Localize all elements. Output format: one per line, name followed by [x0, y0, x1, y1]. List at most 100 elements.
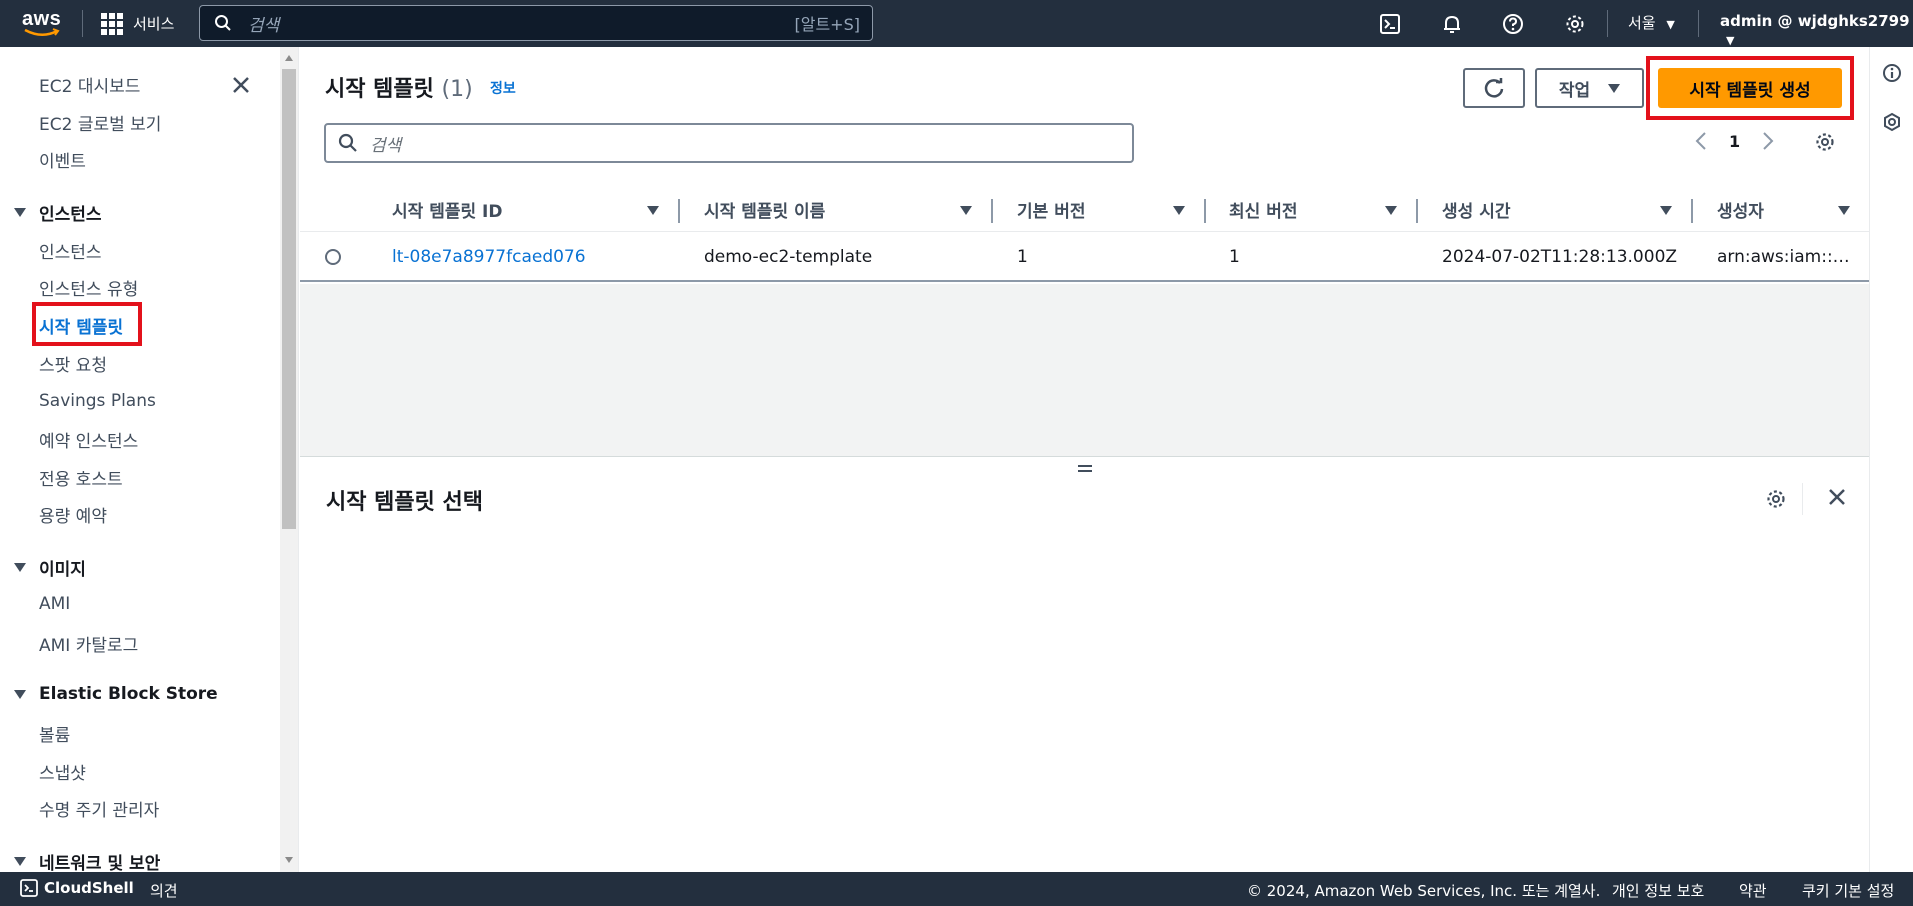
column-resizer[interactable]: [678, 199, 680, 223]
column-header-name[interactable]: 시작 템플릿 이름: [704, 197, 825, 222]
info-panel-icon[interactable]: [1880, 61, 1904, 85]
chevron-right-icon[interactable]: [1762, 131, 1774, 151]
column-resizer[interactable]: [1691, 199, 1693, 223]
cookie-preferences-link[interactable]: 쿠키 기본 설정: [1802, 880, 1894, 901]
refresh-icon: [1484, 78, 1504, 98]
sidebar-item-dedicated-hosts[interactable]: 전용 호스트: [39, 465, 123, 490]
right-tools-rail: [1869, 47, 1913, 872]
sidebar-item-ec2-global-view[interactable]: EC2 글로벌 보기: [39, 110, 161, 135]
sidebar-item-savings-plans[interactable]: Savings Plans: [39, 391, 156, 411]
column-header-default-version[interactable]: 기본 버전: [1017, 197, 1085, 222]
search-icon: [215, 15, 231, 31]
feedback-link[interactable]: 의견: [150, 880, 178, 901]
split-panel-close-icon[interactable]: [1827, 487, 1847, 511]
sort-icon[interactable]: [647, 206, 659, 215]
caret-down-icon: [14, 563, 26, 572]
sidebar-section-network-security[interactable]: 네트워크 및 보안: [14, 849, 160, 872]
cell-created: 2024-07-02T11:28:13.000Z: [1442, 247, 1678, 267]
cloudshell-button[interactable]: CloudShell: [20, 879, 134, 897]
sort-icon[interactable]: [1660, 206, 1672, 215]
sidebar: EC2 대시보드 EC2 글로벌 보기 이벤트 인스턴스 인스턴스 인스턴스 유…: [0, 47, 299, 872]
services-menu-button[interactable]: 서비스: [101, 10, 174, 37]
footer: CloudShell 의견 © 2024, Amazon Web Service…: [0, 872, 1913, 906]
settings-gear-icon[interactable]: [1562, 11, 1588, 37]
chevron-down-icon: ▼: [1666, 18, 1675, 31]
split-panel-drag-handle[interactable]: [1078, 465, 1092, 475]
cloudshell-icon[interactable]: [1377, 11, 1403, 37]
services-label: 서비스: [133, 15, 175, 33]
table-search-input[interactable]: 검색: [324, 123, 1134, 163]
item-count: (1): [441, 77, 473, 102]
actions-dropdown-button[interactable]: 작업: [1535, 68, 1644, 108]
sidebar-item-capacity-reservations[interactable]: 용량 예약: [39, 502, 107, 527]
sort-icon[interactable]: [1838, 206, 1850, 215]
scroll-down-icon[interactable]: [285, 857, 293, 863]
page-title: 시작 템플릿 (1): [325, 71, 473, 103]
page-number[interactable]: 1: [1729, 132, 1740, 151]
sidebar-close-icon[interactable]: [231, 75, 251, 99]
sidebar-section-images[interactable]: 이미지: [14, 555, 86, 580]
hexagon-tool-icon[interactable]: [1880, 110, 1904, 134]
region-label: 서울: [1628, 14, 1656, 32]
copyright-text: © 2024, Amazon Web Services, Inc. 또는 계열사…: [1247, 882, 1601, 900]
sidebar-item-instance-types[interactable]: 인스턴스 유형: [39, 275, 138, 300]
account-menu[interactable]: admin @ wjdghks2799 ▼: [1720, 12, 1913, 48]
column-resizer[interactable]: [1204, 199, 1206, 223]
sidebar-section-label: 네트워크 및 보안: [39, 854, 161, 872]
column-header-created[interactable]: 생성 시간: [1442, 197, 1510, 222]
sidebar-item-reserved-instances[interactable]: 예약 인스턴스: [39, 427, 138, 452]
scrollbar-thumb[interactable]: [282, 69, 296, 529]
sidebar-section-ebs[interactable]: Elastic Block Store: [14, 684, 218, 704]
sidebar-item-snapshots[interactable]: 스냅샷: [39, 759, 86, 784]
page-title-text: 시작 템플릿: [325, 77, 434, 102]
sort-icon[interactable]: [960, 206, 972, 215]
region-selector[interactable]: 서울 ▼: [1628, 12, 1675, 33]
sidebar-item-ami-catalog[interactable]: AMI 카탈로그: [39, 631, 138, 656]
actions-label: 작업: [1558, 80, 1591, 101]
table-empty-area: [300, 284, 1869, 457]
global-search-input[interactable]: 검색 [알트+S]: [199, 5, 873, 41]
table-preferences-gear-icon[interactable]: [1814, 131, 1836, 157]
search-placeholder: 검색: [248, 15, 280, 36]
sort-icon[interactable]: [1173, 206, 1185, 215]
sidebar-section-instances[interactable]: 인스턴스: [14, 200, 102, 225]
notifications-bell-icon[interactable]: [1439, 11, 1465, 37]
refresh-button[interactable]: [1463, 68, 1525, 108]
cloudshell-label: CloudShell: [44, 879, 134, 897]
sidebar-item-ec2-dashboard[interactable]: EC2 대시보드: [39, 72, 140, 97]
divider: [1802, 483, 1803, 515]
sidebar-item-lifecycle-manager[interactable]: 수명 주기 관리자: [39, 796, 159, 821]
sidebar-scrollbar[interactable]: [280, 47, 298, 872]
highlight-box: [1646, 56, 1854, 120]
sidebar-section-label: Elastic Block Store: [39, 684, 218, 704]
help-icon[interactable]: [1500, 11, 1526, 37]
chevron-left-icon[interactable]: [1695, 131, 1707, 151]
sidebar-item-instances[interactable]: 인스턴스: [39, 238, 102, 263]
nav-divider: [1607, 10, 1608, 37]
sort-icon[interactable]: [1385, 206, 1397, 215]
sidebar-item-events[interactable]: 이벤트: [39, 147, 86, 172]
sidebar-item-spot-requests[interactable]: 스팟 요청: [39, 351, 107, 376]
split-panel-settings-gear-icon[interactable]: [1765, 488, 1787, 514]
row-select-radio[interactable]: [325, 249, 341, 265]
cell-latest-version: 1: [1229, 247, 1240, 267]
column-resizer[interactable]: [1416, 199, 1418, 223]
sidebar-item-ami[interactable]: AMI: [39, 594, 70, 614]
cell-template-id[interactable]: lt-08e7a8977fcaed076: [392, 247, 586, 267]
info-link[interactable]: 정보: [490, 78, 516, 98]
pagination: 1: [1695, 131, 1774, 151]
column-resizer[interactable]: [991, 199, 993, 223]
column-header-id[interactable]: 시작 템플릿 ID: [392, 197, 502, 222]
aws-logo[interactable]: aws: [20, 6, 64, 40]
aws-smile-icon: [24, 28, 60, 36]
column-header-latest-version[interactable]: 최신 버전: [1229, 197, 1297, 222]
terms-link[interactable]: 약관: [1739, 880, 1767, 901]
main-content: 시작 템플릿 (1) 정보 작업 시작 템플릿 생성 검색 1 시작 템플릿 I…: [300, 47, 1869, 872]
scroll-up-icon[interactable]: [285, 55, 293, 61]
caret-down-icon: [14, 208, 26, 217]
table-row[interactable]: lt-08e7a8977fcaed076 demo-ec2-template 1…: [300, 232, 1869, 282]
sidebar-item-volumes[interactable]: 볼륨: [39, 721, 70, 746]
column-header-created-by[interactable]: 생성자: [1717, 197, 1764, 222]
privacy-link[interactable]: 개인 정보 보호: [1612, 880, 1704, 901]
cell-default-version: 1: [1017, 247, 1028, 267]
